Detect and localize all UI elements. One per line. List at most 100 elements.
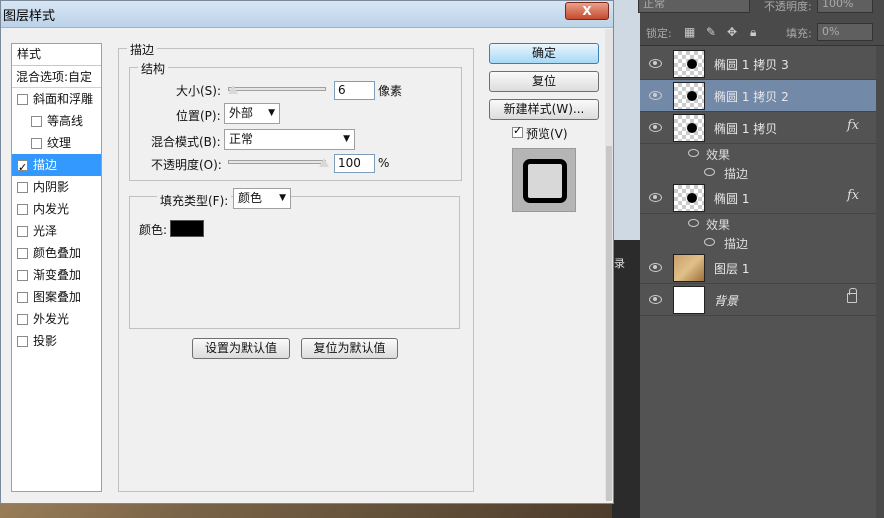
style-checkbox[interactable]	[17, 336, 28, 347]
style-checkbox[interactable]	[17, 314, 28, 325]
layer-row[interactable]: 背景	[640, 284, 876, 316]
style-item[interactable]: 外发光	[12, 308, 101, 330]
style-item-label: 斜面和浮雕	[33, 92, 94, 106]
stroke-effect-label: 描边	[724, 167, 749, 181]
opacity-input[interactable]: 100	[334, 154, 375, 173]
new-style-button[interactable]: 新建样式(W)...	[489, 99, 599, 120]
reset-default-button[interactable]: 复位为默认值	[301, 338, 398, 359]
visibility-eye-icon[interactable]	[649, 58, 662, 68]
style-checkbox[interactable]	[17, 226, 28, 237]
layer-thumbnail	[673, 82, 705, 110]
side-tab-label[interactable]: 录	[614, 255, 625, 271]
blend-mode-label: 混合模式(B):	[151, 135, 221, 149]
side-strip	[612, 0, 640, 240]
size-slider[interactable]	[228, 87, 326, 91]
layer-name: 图层 1	[714, 262, 750, 276]
panel-opacity-field[interactable]: 100%	[817, 0, 873, 13]
close-button[interactable]: X	[565, 2, 609, 20]
title-bar[interactable]: 图层样式 X	[1, 1, 613, 28]
chevron-down-icon: ▼	[268, 108, 275, 118]
stroke-effect-row[interactable]: 描边	[640, 233, 876, 252]
layers-panel: 正常 不透明度: 100% 锁定: ▦ ✎ ✥ 🔒︎ 填充: 0% 椭圆 1 拷…	[638, 0, 884, 518]
style-item[interactable]: 描边	[12, 154, 101, 179]
style-item-label: 描边	[33, 158, 58, 172]
lock-label: 锁定:	[646, 27, 672, 40]
stroke-effect-row[interactable]: 描边	[640, 163, 876, 182]
fx-icon[interactable]: fx	[847, 118, 859, 133]
layer-thumbnail	[673, 50, 705, 78]
style-item[interactable]: 渐变叠加	[12, 264, 101, 286]
layer-row[interactable]: 椭圆 1 拷贝 2	[640, 80, 876, 112]
lock-transparent-icon[interactable]: ▦	[684, 25, 695, 39]
effects-eye-icon[interactable]	[688, 219, 699, 227]
styles-header[interactable]: 样式	[12, 44, 101, 66]
style-preview	[512, 148, 576, 212]
effects-eye-icon[interactable]	[688, 149, 699, 157]
color-swatch[interactable]	[170, 220, 204, 237]
preview-checkbox[interactable]	[512, 124, 523, 138]
style-checkbox[interactable]	[17, 270, 28, 281]
lock-image-icon[interactable]: ✎	[706, 25, 716, 39]
size-unit: 像素	[378, 84, 403, 98]
layer-thumbnail	[673, 254, 705, 282]
size-slider-thumb[interactable]	[227, 84, 239, 95]
layer-name: 椭圆 1	[714, 192, 750, 206]
blend-options-item[interactable]: 混合选项:自定	[12, 66, 101, 88]
chevron-down-icon: ▼	[279, 193, 286, 203]
reset-button[interactable]: 复位	[489, 71, 599, 92]
preview-label[interactable]: 预览(V)	[526, 125, 568, 142]
set-default-button[interactable]: 设置为默认值	[192, 338, 290, 359]
style-item[interactable]: 投影	[12, 330, 101, 352]
fill-type-label: 填充类型(F):	[157, 192, 232, 209]
visibility-eye-icon[interactable]	[649, 192, 662, 202]
opacity-slider[interactable]	[228, 160, 326, 164]
layer-row[interactable]: 椭圆 1 拷贝 fx	[640, 112, 876, 144]
style-checkbox[interactable]	[31, 138, 42, 149]
style-checkbox[interactable]	[17, 248, 28, 259]
panel-scrollbar[interactable]	[876, 46, 884, 518]
visibility-eye-icon[interactable]	[649, 294, 662, 304]
blend-mode-dropdown[interactable]: 正常	[638, 0, 750, 13]
size-input[interactable]: 6	[334, 81, 375, 100]
blend-mode-select[interactable]: 正常 ▼	[224, 129, 355, 150]
style-checkbox[interactable]	[31, 116, 42, 127]
lock-all-icon[interactable]: 🔒︎	[750, 25, 756, 40]
style-item-label: 外发光	[33, 312, 70, 326]
style-checkbox[interactable]	[17, 182, 28, 193]
style-item-label: 内阴影	[33, 180, 70, 194]
style-item[interactable]: 内发光	[12, 198, 101, 220]
style-item-label: 等高线	[47, 114, 84, 128]
fill-type-select[interactable]: 颜色 ▼	[233, 188, 291, 209]
visibility-eye-icon[interactable]	[649, 122, 662, 132]
style-checkbox[interactable]	[17, 204, 28, 215]
stroke-eye-icon[interactable]	[704, 168, 715, 176]
layer-thumbnail	[673, 286, 705, 314]
style-checkbox[interactable]	[17, 94, 28, 105]
fx-icon[interactable]: fx	[847, 188, 859, 203]
style-item[interactable]: 颜色叠加	[12, 242, 101, 264]
style-item[interactable]: 内阴影	[12, 176, 101, 198]
shape-thumbnail-icon	[687, 91, 697, 101]
layer-row[interactable]: 椭圆 1 fx	[640, 182, 876, 214]
panel-top-bar: 正常 不透明度: 100%	[638, 0, 884, 20]
position-select[interactable]: 外部 ▼	[224, 103, 280, 124]
style-item[interactable]: 图案叠加	[12, 286, 101, 308]
visibility-eye-icon[interactable]	[649, 262, 662, 272]
ok-button[interactable]: 确定	[489, 43, 599, 64]
opacity-slider-thumb[interactable]	[318, 157, 330, 168]
style-item[interactable]: 光泽	[12, 220, 101, 242]
lock-position-icon[interactable]: ✥	[727, 25, 737, 39]
fill-field[interactable]: 0%	[817, 23, 873, 41]
style-item[interactable]: 纹理	[12, 132, 101, 154]
visibility-eye-icon[interactable]	[649, 90, 662, 100]
effects-row[interactable]: 效果	[640, 214, 876, 233]
shape-thumbnail-icon	[687, 193, 697, 203]
style-checkbox[interactable]	[17, 157, 28, 179]
stroke-eye-icon[interactable]	[704, 238, 715, 246]
style-item[interactable]: 斜面和浮雕	[12, 88, 101, 110]
effects-row[interactable]: 效果	[640, 144, 876, 163]
style-checkbox[interactable]	[17, 292, 28, 303]
layer-row[interactable]: 图层 1	[640, 252, 876, 284]
style-item[interactable]: 等高线	[12, 110, 101, 132]
layer-row[interactable]: 椭圆 1 拷贝 3	[640, 48, 876, 80]
